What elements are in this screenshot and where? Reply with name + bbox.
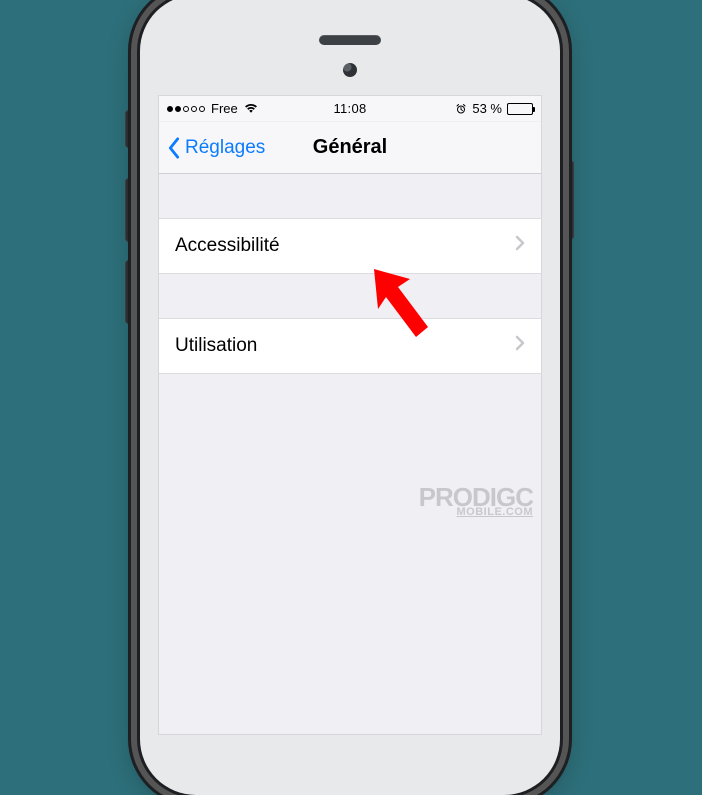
status-left: Free bbox=[167, 101, 258, 116]
chevron-right-icon bbox=[515, 335, 525, 357]
alarm-icon bbox=[455, 103, 467, 115]
row-accessibility[interactable]: Accessibilité bbox=[159, 219, 541, 273]
back-label: Réglages bbox=[185, 137, 265, 159]
chevron-right-icon bbox=[515, 235, 525, 257]
wifi-icon bbox=[244, 103, 258, 114]
section-spacer bbox=[159, 274, 541, 318]
row-usage[interactable]: Utilisation bbox=[159, 319, 541, 373]
page-title: Général bbox=[313, 136, 387, 159]
phone-frame: Free 11:08 53 % bbox=[140, 0, 560, 795]
nav-header: Réglages Général bbox=[159, 122, 541, 174]
volume-up bbox=[125, 178, 132, 242]
watermark-line2: MOBILE.COM bbox=[419, 508, 533, 517]
carrier-label: Free bbox=[211, 101, 238, 116]
volume-down bbox=[125, 260, 132, 324]
front-camera bbox=[343, 63, 357, 77]
group-usage: Utilisation bbox=[159, 318, 541, 374]
mute-switch bbox=[125, 110, 132, 148]
screen: Free 11:08 53 % bbox=[158, 95, 542, 735]
power-button bbox=[567, 160, 574, 240]
battery-icon bbox=[507, 103, 533, 115]
signal-dots-icon bbox=[167, 106, 205, 112]
watermark-line1: PRODIGC bbox=[419, 486, 533, 508]
group-accessibility: Accessibilité bbox=[159, 218, 541, 274]
status-time: 11:08 bbox=[333, 101, 366, 116]
battery-percent: 53 % bbox=[472, 101, 502, 116]
status-right: 53 % bbox=[455, 101, 533, 116]
row-label: Accessibilité bbox=[175, 235, 280, 257]
row-label: Utilisation bbox=[175, 335, 257, 357]
back-button[interactable]: Réglages bbox=[159, 137, 265, 159]
status-bar: Free 11:08 53 % bbox=[159, 96, 541, 122]
section-spacer bbox=[159, 174, 541, 218]
watermark: PRODIGC MOBILE.COM bbox=[419, 486, 533, 517]
chevron-left-icon bbox=[167, 137, 181, 159]
earpiece bbox=[319, 35, 381, 45]
